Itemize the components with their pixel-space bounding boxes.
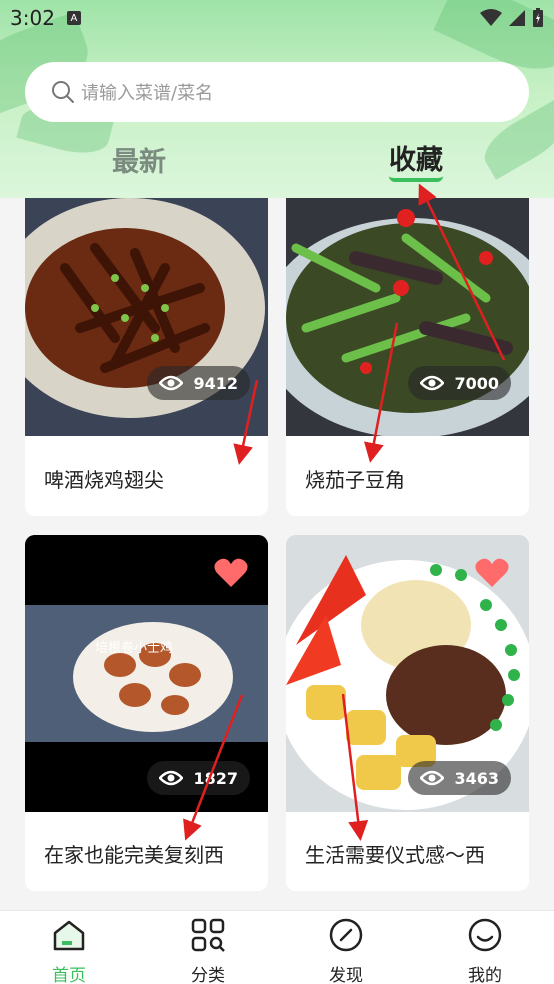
heart-icon[interactable] xyxy=(214,557,248,589)
nav-item-profile[interactable]: 我的 xyxy=(445,917,525,984)
eye-icon xyxy=(420,770,445,786)
tab-favorites[interactable]: 收藏 xyxy=(389,138,443,177)
recipe-card[interactable]: 9412 啤酒烧鸡翅尖 xyxy=(25,198,268,516)
notification-badge: A xyxy=(66,11,81,25)
compass-icon xyxy=(329,918,363,952)
signal-icon xyxy=(509,10,525,26)
recipe-title: 在家也能完美复刻西 xyxy=(44,843,224,867)
eye-icon xyxy=(159,770,184,786)
nav-label-category: 分类 xyxy=(191,966,225,984)
recipe-title: 啤酒烧鸡翅尖 xyxy=(44,468,164,492)
view-count-value: 1827 xyxy=(193,768,238,788)
nav-item-discover[interactable]: 发现 xyxy=(306,917,386,984)
nav-label-home: 首页 xyxy=(52,966,86,984)
category-icon xyxy=(191,918,225,952)
recipe-card[interactable]: 培根卷小士鸡 1827 在家也能完美复刻西 xyxy=(25,535,268,891)
tab-active-indicator xyxy=(389,176,443,182)
recipe-card[interactable]: 7000 烧茄子豆角 xyxy=(286,198,529,516)
recipe-image xyxy=(286,198,529,436)
view-count: 7000 xyxy=(408,366,511,400)
tab-bar: 最新 收藏 xyxy=(0,138,554,188)
recipe-title: 烧茄子豆角 xyxy=(305,468,405,492)
search-icon xyxy=(52,81,74,103)
battery-icon xyxy=(533,8,543,27)
status-time: 3:02 xyxy=(10,6,55,30)
image-caption: 培根卷小士鸡 xyxy=(95,641,174,656)
bottom-navigation: 首页 分类 发现 我的 xyxy=(0,910,554,984)
profile-icon xyxy=(468,918,502,952)
search-input[interactable]: 请输入菜谱/菜名 xyxy=(25,62,529,122)
view-count-value: 9412 xyxy=(193,373,238,393)
recipe-grid: 9412 啤酒烧鸡翅尖 7000 烧茄子豆角 培根卷小士鸡 1827 在家也能完… xyxy=(0,198,554,910)
nav-item-category[interactable]: 分类 xyxy=(168,917,248,984)
view-count-value: 7000 xyxy=(454,373,499,393)
eye-icon xyxy=(159,375,184,391)
wifi-icon xyxy=(480,9,502,26)
tab-latest[interactable]: 最新 xyxy=(112,140,166,179)
nav-item-home[interactable]: 首页 xyxy=(29,917,109,984)
view-count: 9412 xyxy=(147,366,250,400)
recipe-card[interactable]: 3463 生活需要仪式感～西 xyxy=(286,535,529,891)
view-count: 1827 xyxy=(147,761,250,795)
view-count: 3463 xyxy=(408,761,511,795)
nav-label-profile: 我的 xyxy=(468,966,502,984)
home-icon xyxy=(53,920,85,951)
nav-label-discover: 发现 xyxy=(329,966,363,984)
eye-icon xyxy=(420,375,445,391)
heart-icon[interactable] xyxy=(475,557,509,589)
recipe-image xyxy=(25,198,268,436)
status-bar: 3:02 A xyxy=(0,0,554,36)
recipe-title: 生活需要仪式感～西 xyxy=(305,843,485,867)
search-placeholder: 请输入菜谱/菜名 xyxy=(81,83,214,104)
view-count-value: 3463 xyxy=(454,768,499,788)
